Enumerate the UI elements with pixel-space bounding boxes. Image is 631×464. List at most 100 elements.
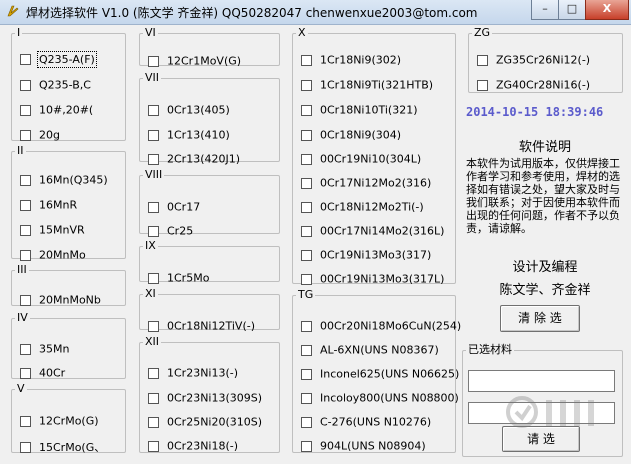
checkbox-box[interactable] xyxy=(301,249,312,261)
checkbox-al6xn[interactable]: AL-6XN(UNS N08367) xyxy=(301,343,439,359)
checkbox-1cr23ni13[interactable]: 1Cr23Ni13(-) xyxy=(148,366,238,382)
checkbox-20mnmo[interactable]: 20MnMo xyxy=(20,248,86,264)
checkbox-box[interactable] xyxy=(148,392,159,404)
checkbox-box[interactable] xyxy=(20,294,31,306)
checkbox-20g[interactable]: 20g xyxy=(20,128,60,144)
checkbox-0cr18ni12tiv[interactable]: 0Cr18Ni12TiV(-) xyxy=(148,319,255,335)
checkbox-0cr18ni12mo2ti[interactable]: 0Cr18Ni12Mo2Ti(-) xyxy=(301,200,424,216)
checkbox-box[interactable] xyxy=(20,224,31,236)
checkbox-00cr17ni14mo2[interactable]: 00Cr17Ni14Mo2(316L) xyxy=(301,224,444,240)
checkbox-box[interactable] xyxy=(301,225,312,237)
checkbox-box[interactable] xyxy=(20,249,31,261)
checkbox-254smo[interactable]: 00Cr20Ni18Mo6CuN(254) xyxy=(301,319,461,335)
checkbox-label: Incoloy800(UNS N08800) xyxy=(320,391,459,405)
checkbox-label: 12Cr1MoV(G) xyxy=(167,54,242,68)
checkbox-box[interactable] xyxy=(148,416,159,428)
checkbox-box[interactable] xyxy=(148,225,159,237)
close-button[interactable]: X xyxy=(585,0,629,20)
checkbox-box[interactable] xyxy=(301,344,312,356)
checkbox-904l[interactable]: 904L(UNS N08904) xyxy=(301,439,426,455)
checkbox-label: AL-6XN(UNS N08367) xyxy=(320,343,439,357)
checkbox-12crmo[interactable]: 12CrMo(G) xyxy=(20,414,99,430)
checkbox-label: 0Cr23Ni18(-) xyxy=(167,439,239,453)
checkbox-box[interactable] xyxy=(20,441,31,453)
checkbox-box[interactable] xyxy=(301,368,312,380)
checkbox-box[interactable] xyxy=(148,320,159,332)
checkbox-0cr23ni18[interactable]: 0Cr23Ni18(-) xyxy=(148,439,238,455)
checkbox-0cr13[interactable]: 0Cr13(405) xyxy=(148,103,230,119)
checkbox-box[interactable] xyxy=(301,54,312,66)
checkbox-box[interactable] xyxy=(301,104,312,116)
minimize-button[interactable]: – xyxy=(531,0,559,20)
checkbox-00cr19ni10[interactable]: 00Cr19Ni10(304L) xyxy=(301,152,421,168)
checkbox-box[interactable] xyxy=(20,343,31,355)
checkbox-box[interactable] xyxy=(148,201,159,213)
checkbox-1cr18ni9ti[interactable]: 1Cr18Ni9Ti(321HTB) xyxy=(301,78,433,94)
checkbox-15crmo[interactable]: 15CrMo(G、 xyxy=(20,439,105,455)
checkbox-box[interactable] xyxy=(20,415,31,427)
checkbox-label: 1Cr23Ni13(-) xyxy=(167,366,239,380)
checkbox-box[interactable] xyxy=(301,153,312,165)
checkbox-00cr19ni13mo3[interactable]: 00Cr19Ni13Mo3(317L) xyxy=(301,272,444,288)
group-vii: VII 0Cr13(405) 1Cr13(410) 2Cr13(420J1) xyxy=(139,72,280,166)
checkbox-box[interactable] xyxy=(148,104,159,116)
checkbox-16mn[interactable]: 16Mn(Q345) xyxy=(20,173,108,189)
checkbox-0cr25ni20[interactable]: 0Cr25Ni20(310S) xyxy=(148,415,262,431)
checkbox-box[interactable] xyxy=(20,199,31,211)
checkbox-box[interactable] xyxy=(301,392,312,404)
checkbox-box[interactable] xyxy=(301,416,312,428)
checkbox-q235-af[interactable]: Q235-A(F) xyxy=(20,50,97,68)
checkbox-box[interactable] xyxy=(301,177,312,189)
checkbox-box[interactable] xyxy=(148,367,159,379)
checkbox-box[interactable] xyxy=(301,440,312,452)
checkbox-box[interactable] xyxy=(301,273,312,285)
checkbox-1cr18ni9[interactable]: 1Cr18Ni9(302) xyxy=(301,53,401,69)
checkbox-20mnmonb[interactable]: 20MnMoNb xyxy=(20,293,101,309)
checkbox-box[interactable] xyxy=(20,53,31,65)
checkbox-label: 40Cr xyxy=(39,366,66,380)
checkbox-box[interactable] xyxy=(148,153,159,165)
checkbox-label: ZG35Cr26Ni12(-) xyxy=(496,53,591,67)
checkbox-0cr19ni13mo3[interactable]: 0Cr19Ni13Mo3(317) xyxy=(301,248,431,264)
checkbox-incoloy800[interactable]: Incoloy800(UNS N08800) xyxy=(301,391,459,407)
clear-selection-button[interactable]: 清 除 选 xyxy=(500,305,580,332)
checkbox-box[interactable] xyxy=(301,79,312,91)
checkbox-10-20[interactable]: 10#,20#( xyxy=(20,103,93,119)
checkbox-box[interactable] xyxy=(20,79,31,91)
checkbox-15mnvr[interactable]: 15MnVR xyxy=(20,223,85,239)
checkbox-0cr18ni10ti[interactable]: 0Cr18Ni10Ti(321) xyxy=(301,103,418,119)
checkbox-12cr1mov[interactable]: 12Cr1MoV(G) xyxy=(148,54,241,70)
checkbox-box[interactable] xyxy=(301,129,312,141)
checkbox-cr25[interactable]: Cr25 xyxy=(148,224,193,240)
checkbox-0cr18ni9[interactable]: 0Cr18Ni9(304) xyxy=(301,128,401,144)
checkbox-1cr5mo[interactable]: 1Cr5Mo xyxy=(148,271,209,287)
checkbox-40cr[interactable]: 40Cr xyxy=(20,366,65,382)
checkbox-16mnr[interactable]: 16MnR xyxy=(20,198,77,214)
checkbox-0cr17ni12mo2[interactable]: 0Cr17Ni12Mo2(316) xyxy=(301,176,431,192)
checkbox-box[interactable] xyxy=(20,367,31,379)
checkbox-box[interactable] xyxy=(20,129,31,141)
checkbox-35mn[interactable]: 35Mn xyxy=(20,342,69,358)
checkbox-box[interactable] xyxy=(148,55,159,67)
checkbox-q235-bc[interactable]: Q235-B,C xyxy=(20,78,91,94)
checkbox-1cr13[interactable]: 1Cr13(410) xyxy=(148,128,230,144)
checkbox-c276[interactable]: C-276(UNS N10276) xyxy=(301,415,431,431)
checkbox-box[interactable] xyxy=(301,201,312,213)
maximize-button[interactable]: □ xyxy=(558,0,586,20)
checkbox-inconel625[interactable]: Inconel625(UNS N06625) xyxy=(301,367,459,383)
checkbox-box[interactable] xyxy=(148,272,159,284)
checkbox-box[interactable] xyxy=(20,104,31,116)
checkbox-box[interactable] xyxy=(477,54,488,66)
selected-material-field-1[interactable] xyxy=(468,370,615,392)
checkbox-box[interactable] xyxy=(20,174,31,186)
checkbox-box[interactable] xyxy=(148,440,159,452)
checkbox-box[interactable] xyxy=(301,320,312,332)
checkbox-2cr13[interactable]: 2Cr13(420J1) xyxy=(148,152,240,168)
checkbox-zg35cr26ni12[interactable]: ZG35Cr26Ni12(-) xyxy=(477,53,590,69)
about-text: 本软件为试用版本，仅供焊接工作者学习和参考使用，焊材的选择如有错误之处，望大家及… xyxy=(466,157,620,235)
checkbox-box[interactable] xyxy=(148,129,159,141)
checkbox-0cr17[interactable]: 0Cr17 xyxy=(148,200,200,216)
checkbox-zg40cr28ni16[interactable]: ZG40Cr28Ni16(-) xyxy=(477,78,590,94)
checkbox-box[interactable] xyxy=(477,79,488,91)
checkbox-0cr23ni13[interactable]: 0Cr23Ni13(309S) xyxy=(148,391,262,407)
